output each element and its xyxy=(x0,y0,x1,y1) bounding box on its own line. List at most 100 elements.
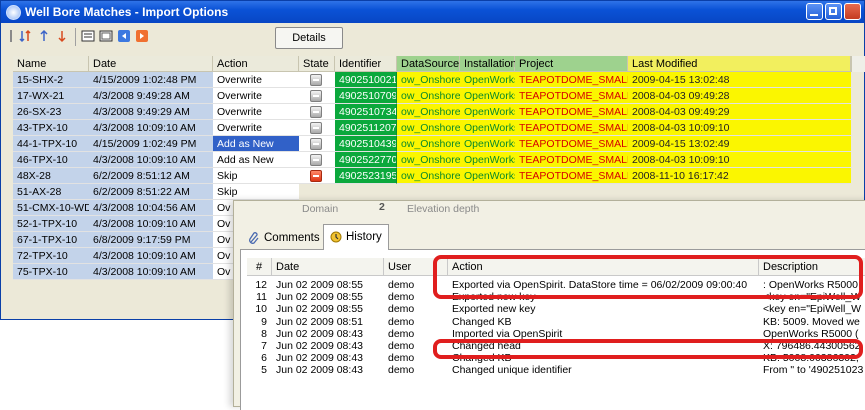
hist-col-number[interactable]: # xyxy=(247,258,272,276)
previous-icon[interactable] xyxy=(117,29,131,43)
cell-installation: OpenWorks xyxy=(460,88,515,104)
hist-col-date[interactable]: Date xyxy=(272,258,384,276)
sort-icon[interactable] xyxy=(19,29,33,43)
table-row[interactable]: 48X-28 6/2/2009 8:51:12 AM Skip 49025231950… xyxy=(13,168,851,184)
cell-action[interactable]: Skip xyxy=(213,168,299,184)
history-cell-num: 10 xyxy=(255,303,267,316)
cell-action[interactable]: Add as New xyxy=(213,152,299,168)
grid-view-icon[interactable] xyxy=(99,29,113,43)
sort-asc-icon[interactable] xyxy=(37,29,51,43)
history-row[interactable]: 9 Jun 02 2009 08:51 demo Changed KB KB: 5009… xyxy=(241,316,865,328)
col-header-installation[interactable]: Installation xyxy=(460,56,517,72)
cell-name: 46-TPX-10 xyxy=(13,152,89,168)
history-cell-user: demo xyxy=(388,327,415,340)
history-row[interactable]: 11 Jun 02 2009 08:55 demo Exported new key <… xyxy=(241,291,865,303)
tab-comments[interactable]: Comments xyxy=(242,226,327,250)
cell-name: 26-SX-23 xyxy=(13,104,89,120)
list-view-icon[interactable] xyxy=(81,29,95,43)
cell-datasource: ow_Onshore xyxy=(397,120,460,136)
state-icon xyxy=(310,90,322,102)
details-button[interactable]: Details xyxy=(275,27,343,49)
tab-comments-label: Comments xyxy=(264,232,320,244)
history-row[interactable]: 5 Jun 02 2009 08:43 demo Changed unique ide… xyxy=(241,364,865,376)
col-header-action[interactable]: Action xyxy=(213,56,299,72)
col-header-last-modified[interactable]: Last Modified xyxy=(628,56,851,72)
cell-project: TEAPOTDOME_SMALL xyxy=(515,168,628,184)
cell-date: 4/3/2008 10:09:10 AM xyxy=(89,152,213,168)
minimize-button[interactable] xyxy=(806,3,823,20)
col-header-project[interactable]: Project xyxy=(515,56,628,72)
table-row[interactable]: 15-SHX-2 4/15/2009 1:02:48 PM Overwrite 490… xyxy=(13,72,851,88)
history-cell-num: 6 xyxy=(261,352,267,365)
next-icon[interactable] xyxy=(135,29,149,43)
table-row[interactable]: 51-AX-28 6/2/2009 8:51:22 AM Skip xyxy=(13,184,851,200)
cell-action[interactable]: Add as New xyxy=(213,136,299,152)
cell-action[interactable]: Overwrite xyxy=(213,88,299,104)
title-bar[interactable]: Well Bore Matches - Import Options xyxy=(1,1,864,23)
col-header-state[interactable]: State xyxy=(299,56,335,72)
history-row[interactable]: 7 Jun 02 2009 08:43 demo Changed head X: 796… xyxy=(241,340,865,352)
history-cell-action: Imported via OpenSpirit xyxy=(452,327,563,340)
col-header-date[interactable]: Date xyxy=(89,56,213,72)
state-icon xyxy=(310,154,322,166)
history-cell-date: Jun 02 2009 08:43 xyxy=(276,327,363,340)
cell-identifier: 490252277000 xyxy=(335,152,397,168)
window-title: Well Bore Matches - Import Options xyxy=(25,5,229,19)
history-cell-action: Changed KB xyxy=(452,315,512,328)
history-cell-action: Changed KB xyxy=(452,352,512,365)
history-row[interactable]: 12 Jun 02 2009 08:55 demo Exported via Open… xyxy=(241,279,865,291)
history-cell-user: demo xyxy=(388,315,415,328)
tab-history[interactable]: History xyxy=(323,224,389,250)
cell-action[interactable]: Overwrite xyxy=(213,104,299,120)
cell-modified: 2009-04-15 13:02:48 xyxy=(628,72,851,88)
history-icon xyxy=(330,231,342,243)
history-cell-action: Changed head xyxy=(452,340,521,352)
cell-identifier: 490251002100 xyxy=(335,72,397,88)
scrollbar[interactable] xyxy=(851,56,865,72)
cell-modified: 2008-04-03 10:09:10 xyxy=(628,120,851,136)
sort-desc-icon[interactable] xyxy=(55,29,69,43)
history-row[interactable]: 8 Jun 02 2009 08:43 demo Imported via OpenS… xyxy=(241,328,865,340)
cell-state xyxy=(299,136,335,152)
history-row[interactable]: 10 Jun 02 2009 08:55 demo Exported new key <… xyxy=(241,303,865,315)
history-cell-date: Jun 02 2009 08:43 xyxy=(276,340,363,352)
history-cell-desc: <key en="EpiWell_W xyxy=(763,303,862,316)
cell-action[interactable]: Skip xyxy=(213,184,299,200)
table-row[interactable]: 17-WX-21 4/3/2008 9:49:28 AM Overwrite 4902… xyxy=(13,88,851,104)
table-row[interactable]: 26-SX-23 4/3/2008 9:49:29 AM Overwrite 4902… xyxy=(13,104,851,120)
maximize-button[interactable] xyxy=(825,3,842,20)
col-header-identifier[interactable]: Identifier xyxy=(335,56,397,72)
history-cell-user: demo xyxy=(388,279,415,291)
cell-identifier: 490251043900 xyxy=(335,136,397,152)
cell-state xyxy=(299,88,335,104)
cell-date: 4/3/2008 10:09:10 AM xyxy=(89,248,213,264)
cell-installation: OpenWorks xyxy=(460,152,515,168)
cell-action[interactable]: Overwrite xyxy=(213,120,299,136)
col-header-datasource[interactable]: DataSource xyxy=(397,56,460,72)
cell-project: TEAPOTDOME_SMALL xyxy=(515,152,628,168)
history-cell-desc: From " to '490251023 xyxy=(763,364,864,377)
cell-installation: OpenWorks xyxy=(460,104,515,120)
hist-col-action[interactable]: Action xyxy=(448,258,759,276)
history-row[interactable]: 6 Jun 02 2009 08:43 demo Changed KB KB: 5008… xyxy=(241,352,865,364)
history-cell-user: demo xyxy=(388,291,415,304)
grip-icon xyxy=(10,30,12,42)
table-row[interactable]: 43-TPX-10 4/3/2008 10:09:10 AM Overwrite 49… xyxy=(13,120,851,136)
cell-name: 15-SHX-2 xyxy=(13,72,89,88)
history-cell-action: Exported new key xyxy=(452,303,536,316)
cell-datasource: ow_Onshore xyxy=(397,88,460,104)
cell-name: 75-TPX-10 xyxy=(13,264,89,280)
cell-state xyxy=(299,120,335,136)
table-row[interactable]: 46-TPX-10 4/3/2008 10:09:10 AM Add as New 4… xyxy=(13,152,851,168)
col-header-name[interactable]: Name xyxy=(13,56,89,72)
cell-datasource: ow_Onshore xyxy=(397,104,460,120)
cell-action[interactable]: Overwrite xyxy=(213,72,299,88)
close-button[interactable] xyxy=(844,3,861,20)
state-icon xyxy=(310,138,322,150)
history-cell-date: Jun 02 2009 08:43 xyxy=(276,364,363,377)
table-row[interactable]: 44-1-TPX-104/15/2009 1:02:49 PM▼Add as N… xyxy=(13,136,851,152)
cell-project: TEAPOTDOME_SMALL xyxy=(515,88,628,104)
hist-col-description[interactable]: Description xyxy=(759,258,865,276)
cell-datasource: ow_Onshore xyxy=(397,152,460,168)
hist-col-user[interactable]: User xyxy=(384,258,448,276)
